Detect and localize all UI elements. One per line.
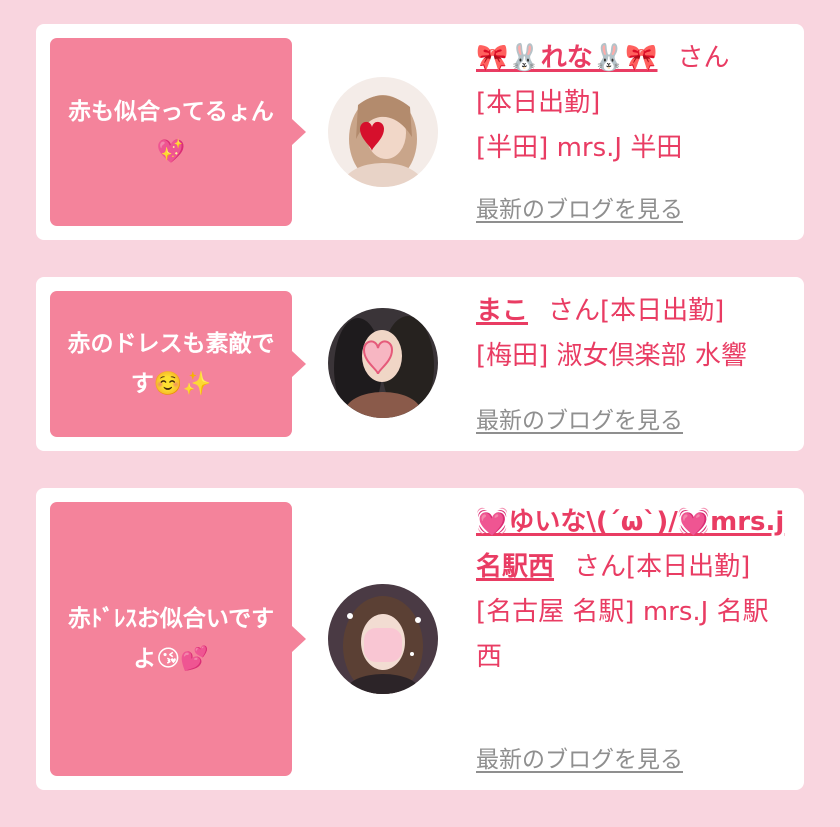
cast-avatar[interactable] bbox=[328, 77, 438, 187]
latest-blog-link[interactable]: 最新のブログを見る bbox=[476, 401, 683, 435]
cast-info: まこ さん[本日出勤] [梅田] 淑女倶楽部 水響 bbox=[476, 289, 794, 379]
comment-text: 赤ﾄﾞﾚｽお似合いですよ😘💕 bbox=[67, 606, 275, 672]
cast-info: 🎀🐰れな🐰🎀 さん [本日出勤] [半田] mrs.J 半田 bbox=[476, 36, 794, 171]
cast-name-row: 🎀🐰れな🐰🎀 さん bbox=[476, 36, 794, 81]
shop-name: mrs.J 半田 bbox=[556, 133, 683, 163]
cast-name-link[interactable]: 🎀🐰れな🐰🎀 bbox=[476, 43, 658, 73]
cast-name-row: 💓ゆいな\(´ω`)/💓mrs.j名駅西 さん[本日出勤] bbox=[476, 500, 794, 590]
comment-bubble: 赤ﾄﾞﾚｽお似合いですよ😘💕 bbox=[50, 502, 306, 776]
latest-blog-link[interactable]: 最新のブログを見る bbox=[476, 740, 683, 774]
work-status: [本日出勤] bbox=[626, 552, 751, 582]
cast-avatar[interactable] bbox=[328, 308, 438, 418]
shop-area: [名古屋 名駅] bbox=[476, 597, 635, 627]
work-status: [本日出勤] bbox=[600, 296, 725, 326]
cast-avatar[interactable] bbox=[328, 584, 438, 694]
name-suffix: さん bbox=[574, 552, 627, 582]
shop-area: [半田] bbox=[476, 133, 549, 163]
cast-name-link[interactable]: まこ bbox=[476, 296, 528, 326]
latest-blog-link[interactable]: 最新のブログを見る bbox=[476, 190, 683, 224]
cast-info: 💓ゆいな\(´ω`)/💓mrs.j名駅西 さん[本日出勤] [名古屋 名駅] mr… bbox=[476, 500, 794, 680]
comment-bubble: 赤も似合ってるょん💖 bbox=[50, 38, 306, 226]
blog-comment-card: 赤ﾄﾞﾚｽお似合いですよ😘💕 💓ゆいな\(´ω`)/💓mrs.j名駅西 さん[本日… bbox=[36, 488, 804, 790]
comment-text: 赤も似合ってるょん💖 bbox=[68, 99, 274, 165]
name-suffix: さん bbox=[677, 43, 730, 73]
cast-photo-avatar-icon bbox=[328, 584, 438, 694]
blog-comment-card: 赤も似合ってるょん💖 🎀🐰れな🐰🎀 さん [本日出勤] [半田] mrs.J 半田… bbox=[36, 24, 804, 240]
cast-photo-avatar-icon bbox=[328, 77, 438, 187]
work-status: [本日出勤] bbox=[476, 88, 601, 118]
shop-row: [梅田] 淑女倶楽部 水響 bbox=[476, 334, 794, 379]
name-suffix: さん bbox=[548, 296, 601, 326]
shop-area: [梅田] bbox=[476, 341, 549, 371]
shop-name: 淑女倶楽部 水響 bbox=[556, 341, 747, 371]
shop-row: [半田] mrs.J 半田 bbox=[476, 126, 794, 171]
comment-bubble: 赤のドレスも素敵です☺️✨ bbox=[50, 291, 306, 437]
comment-text: 赤のドレスも素敵です☺️✨ bbox=[67, 331, 275, 397]
shop-row: [名古屋 名駅] mrs.J 名駅西 bbox=[476, 590, 794, 680]
blog-comment-card: 赤のドレスも素敵です☺️✨ まこ さん[本日出勤] [梅田] 淑女倶楽部 水響 最… bbox=[36, 277, 804, 451]
cast-name-row: まこ さん[本日出勤] bbox=[476, 289, 794, 334]
cast-photo-avatar-icon bbox=[328, 308, 438, 418]
